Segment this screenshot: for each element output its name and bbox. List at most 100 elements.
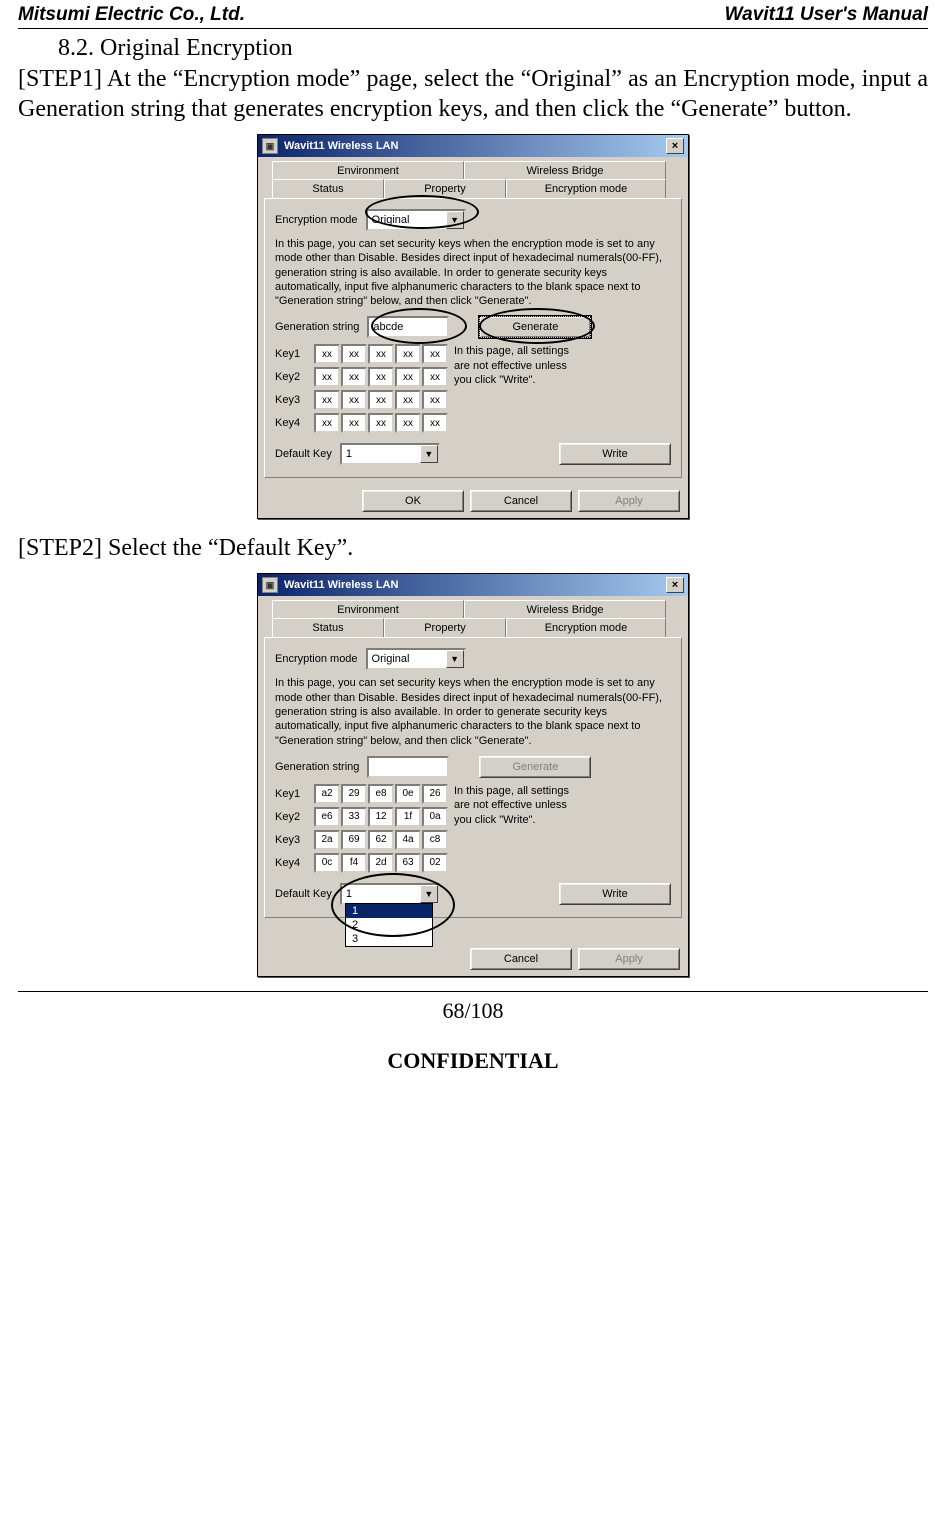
ok-button[interactable]: OK [362,490,464,512]
default-key-combo[interactable]: ▼ [340,883,440,905]
default-key-label: Default Key [275,888,332,900]
encryption-mode-combo[interactable]: ▼ [366,209,466,231]
generate-button[interactable]: Generate [479,316,591,338]
key4-3[interactable] [368,853,394,873]
write-button[interactable]: Write [559,883,671,905]
key4-2[interactable] [341,413,367,433]
default-key-value[interactable] [342,886,420,902]
tab-wireless-bridge[interactable]: Wireless Bridge [464,161,666,180]
tab-status[interactable]: Status [272,179,384,198]
tab-encryption-mode[interactable]: Encryption mode [506,618,666,637]
key2-3[interactable] [368,367,394,387]
dropdown-item-2[interactable]: 2 [346,918,432,932]
app-icon: ▣ [262,577,278,593]
close-icon[interactable]: × [666,138,684,154]
encryption-mode-value[interactable] [368,651,446,667]
tab-wireless-bridge[interactable]: Wireless Bridge [464,600,666,619]
key3-5[interactable] [422,830,448,850]
write-button[interactable]: Write [559,443,671,465]
section-heading: 8.2. Original Encryption [58,35,928,62]
key1-4[interactable] [395,784,421,804]
dropdown-item-3[interactable]: 3 [346,932,432,946]
default-key-value[interactable] [342,446,420,462]
key2-5[interactable] [422,367,448,387]
apply-button[interactable]: Apply [578,948,680,970]
dialog-window: ▣ Wavit11 Wireless LAN × Environment Wir… [257,573,689,976]
close-icon[interactable]: × [666,577,684,593]
key2-1[interactable] [314,807,340,827]
default-key-dropdown[interactable]: 1 2 3 [345,903,433,947]
key3-4[interactable] [395,830,421,850]
generation-string-input[interactable] [367,316,449,338]
key2-label: Key2 [275,371,311,383]
key3-4[interactable] [395,390,421,410]
key3-3[interactable] [368,830,394,850]
key2-1[interactable] [314,367,340,387]
key2-4[interactable] [395,367,421,387]
chevron-down-icon[interactable]: ▼ [420,885,438,903]
key4-5[interactable] [422,413,448,433]
key4-4[interactable] [395,853,421,873]
key2-label: Key2 [275,811,311,823]
generation-string-label: Generation string [275,761,359,773]
tab-status[interactable]: Status [272,618,384,637]
key4-label: Key4 [275,417,311,429]
key2-5[interactable] [422,807,448,827]
key4-1[interactable] [314,413,340,433]
default-key-combo[interactable]: ▼ [340,443,440,465]
key4-5[interactable] [422,853,448,873]
app-icon: ▣ [262,138,278,154]
header-manual: Wavit11 User's Manual [725,4,928,26]
key1-5[interactable] [422,784,448,804]
tab-encryption-mode[interactable]: Encryption mode [506,179,666,198]
dropdown-item-1[interactable]: 1 [346,904,432,918]
key4-4[interactable] [395,413,421,433]
header-company: Mitsumi Electric Co., Ltd. [18,4,245,26]
tab-property[interactable]: Property [384,618,506,637]
tab-environment[interactable]: Environment [272,600,464,619]
key3-label: Key3 [275,394,311,406]
cancel-button[interactable]: Cancel [470,948,572,970]
chevron-down-icon[interactable]: ▼ [446,650,464,668]
key1-5[interactable] [422,344,448,364]
key3-2[interactable] [341,390,367,410]
tab-property[interactable]: Property [384,179,506,198]
chevron-down-icon[interactable]: ▼ [420,445,438,463]
key1-1[interactable] [314,784,340,804]
key1-3[interactable] [368,784,394,804]
key4-1[interactable] [314,853,340,873]
encryption-mode-value[interactable] [368,212,446,228]
cancel-button[interactable]: Cancel [470,490,572,512]
generation-string-input[interactable] [367,756,449,778]
key4-2[interactable] [341,853,367,873]
tab-environment[interactable]: Environment [272,161,464,180]
apply-button[interactable]: Apply [578,490,680,512]
key2-3[interactable] [368,807,394,827]
key3-5[interactable] [422,390,448,410]
key1-4[interactable] [395,344,421,364]
tab-strip: Environment Wireless Bridge Status Prope… [264,600,682,638]
key1-1[interactable] [314,344,340,364]
generate-button[interactable]: Generate [479,756,591,778]
write-note: In this page, all settings are not effec… [454,344,584,387]
key4-3[interactable] [368,413,394,433]
key1-2[interactable] [341,784,367,804]
key2-4[interactable] [395,807,421,827]
key2-2[interactable] [341,367,367,387]
key1-2[interactable] [341,344,367,364]
key3-1[interactable] [314,830,340,850]
key1-3[interactable] [368,344,394,364]
key3-2[interactable] [341,830,367,850]
page-number: 68/108 [18,998,928,1024]
key3-3[interactable] [368,390,394,410]
generation-string-label: Generation string [275,321,359,333]
encryption-mode-combo[interactable]: ▼ [366,648,466,670]
titlebar: ▣ Wavit11 Wireless LAN × [258,135,688,157]
key2-2[interactable] [341,807,367,827]
chevron-down-icon[interactable]: ▼ [446,211,464,229]
write-note: In this page, all settings are not effec… [454,784,584,827]
window-title: Wavit11 Wireless LAN [284,140,398,152]
key3-1[interactable] [314,390,340,410]
encryption-mode-label: Encryption mode [275,653,358,665]
window-title: Wavit11 Wireless LAN [284,579,398,591]
